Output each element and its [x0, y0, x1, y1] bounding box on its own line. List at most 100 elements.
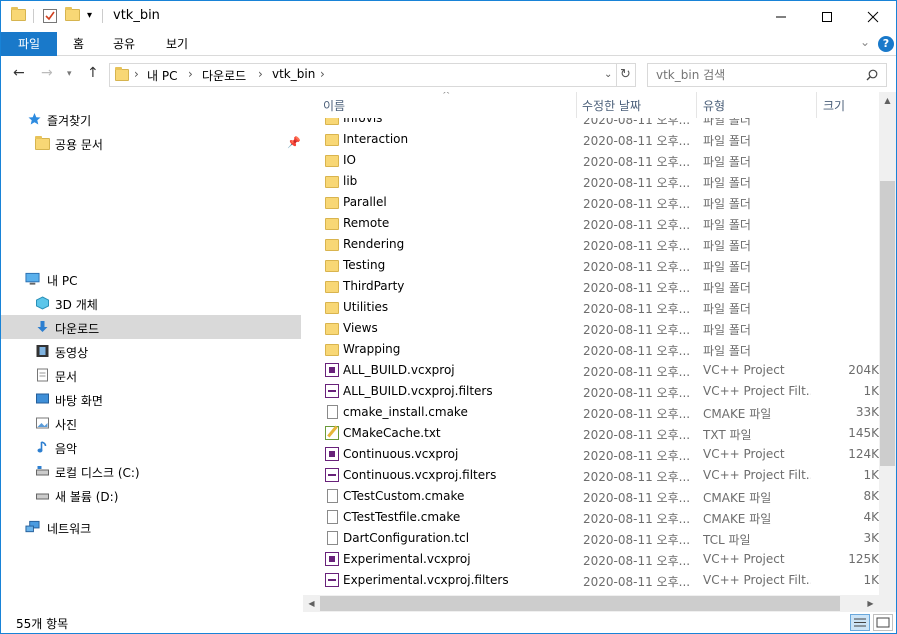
file-row[interactable]: Utilities 2020-08-11 오후... 파일 폴더: [303, 297, 879, 318]
file-row[interactable]: DartConfiguration.tcl 2020-08-11 오후... TCL…: [303, 528, 879, 549]
scroll-right-icon[interactable]: ▶: [862, 595, 879, 612]
nav-label: 새 볼륨 (D:): [55, 490, 119, 504]
file-row[interactable]: Remote 2020-08-11 오후... 파일 폴더: [303, 213, 879, 234]
search-input[interactable]: [656, 68, 856, 82]
explorer-window: ▾ vtk_bin 파일 홈 공유 보기 ⌄ ? ← → ▾ ↑ › 내 PC …: [0, 0, 897, 634]
nav-label: 다운로드: [55, 322, 100, 336]
nav-public-documents[interactable]: 공용 문서 📌: [1, 131, 301, 155]
breadcrumb-downloads[interactable]: 다운로드: [202, 67, 246, 84]
new-folder-icon[interactable]: [65, 7, 80, 25]
scroll-up-icon[interactable]: ▲: [879, 92, 896, 109]
file-name: Remote: [343, 216, 390, 230]
vcxproj-icon: [325, 552, 339, 566]
maximize-button[interactable]: [804, 1, 850, 32]
nav-this-pc[interactable]: 내 PC: [1, 267, 301, 291]
nav-music[interactable]: 음악: [1, 435, 301, 459]
forward-arrow-icon[interactable]: →: [41, 65, 53, 81]
file-row[interactable]: Wrapping 2020-08-11 오후... 파일 폴더: [303, 339, 879, 360]
network-icon: [25, 520, 40, 533]
nav-pictures[interactable]: 사진: [1, 411, 301, 435]
file-size: 3K: [863, 531, 879, 545]
file-row[interactable]: Continuous.vcxproj 2020-08-11 오후... VC++ P…: [303, 444, 879, 465]
file-date-modified: 2020-08-11 오후...: [583, 134, 691, 148]
nav-new-volume-d[interactable]: 새 볼륨 (D:): [1, 483, 301, 507]
file-row[interactable]: CMakeCache.txt 2020-08-11 오후... TXT 파일 145K: [303, 423, 879, 444]
breadcrumb-vtk-bin[interactable]: vtk_bin: [272, 67, 315, 81]
file-row[interactable]: cmake_install.cmake 2020-08-11 오후... CMAKE…: [303, 402, 879, 423]
help-icon[interactable]: ?: [878, 36, 894, 52]
tab-view[interactable]: 보기: [152, 32, 202, 56]
details-view-button[interactable]: [850, 614, 870, 631]
file-date-modified: 2020-08-11 오후...: [583, 512, 691, 526]
file-row[interactable]: ThirdParty 2020-08-11 오후... 파일 폴더: [303, 276, 879, 297]
nav-network[interactable]: 네트워크: [1, 515, 301, 539]
tab-home[interactable]: 홈: [59, 32, 98, 56]
tab-file[interactable]: 파일: [1, 32, 57, 56]
file-type: VC++ Project Filt...: [703, 468, 811, 482]
column-divider[interactable]: [576, 92, 577, 118]
horizontal-scroll-thumb[interactable]: [320, 596, 840, 611]
column-size[interactable]: 크기: [823, 97, 845, 114]
scroll-left-icon[interactable]: ◀: [303, 595, 320, 612]
file-size: 33K: [855, 405, 879, 419]
folder-icon: [115, 67, 129, 84]
column-date[interactable]: 수정한 날짜: [582, 97, 641, 114]
recent-locations-icon[interactable]: ▾: [67, 69, 72, 79]
nav-3d-objects[interactable]: 3D 개체: [1, 291, 301, 315]
minimize-button[interactable]: [758, 1, 804, 32]
file-row[interactable]: Experimental.vcxproj 2020-08-11 오후... VC++…: [303, 549, 879, 570]
file-row[interactable]: Views 2020-08-11 오후... 파일 폴더: [303, 318, 879, 339]
item-count: 55개 항목: [16, 617, 69, 631]
nav-documents[interactable]: 문서: [1, 363, 301, 387]
nav-downloads[interactable]: 다운로드: [1, 315, 301, 339]
drive-icon: [36, 493, 49, 500]
breadcrumb-this-pc[interactable]: 내 PC: [147, 67, 177, 84]
file-row[interactable]: lib 2020-08-11 오후... 파일 폴더: [303, 171, 879, 192]
search-box[interactable]: [647, 63, 887, 87]
maximize-icon: [822, 11, 832, 22]
address-dropdown-icon[interactable]: ⌄: [604, 69, 612, 80]
file-type: VC++ Project Filt...: [703, 384, 811, 398]
address-bar[interactable]: › 내 PC › 다운로드 › vtk_bin › ⌄ ↻: [109, 63, 636, 87]
file-row[interactable]: Interaction 2020-08-11 오후... 파일 폴더: [303, 129, 879, 150]
file-row[interactable]: Experimental.vcxproj.filters 2020-08-11 오…: [303, 570, 879, 591]
up-arrow-icon[interactable]: ↑: [87, 65, 99, 81]
vertical-scroll-thumb[interactable]: [880, 181, 895, 466]
file-icon: [327, 405, 338, 419]
tab-share[interactable]: 공유: [99, 32, 149, 56]
nav-local-disk-c[interactable]: 로컬 디스크 (C:): [1, 459, 301, 483]
minimize-icon: [776, 16, 786, 17]
column-divider[interactable]: [696, 92, 697, 118]
horizontal-scrollbar[interactable]: ◀ ▶: [303, 595, 879, 612]
file-row[interactable]: Continuous.vcxproj.filters 2020-08-11 오후.…: [303, 465, 879, 486]
file-row[interactable]: Testing 2020-08-11 오후... 파일 폴더: [303, 255, 879, 276]
properties-icon[interactable]: [43, 9, 57, 25]
file-type: TCL 파일: [703, 533, 751, 547]
vertical-scrollbar[interactable]: ▲: [879, 92, 896, 595]
expand-ribbon-icon[interactable]: ⌄: [860, 35, 870, 49]
nav-videos[interactable]: 동영상: [1, 339, 301, 363]
customize-quick-access-icon[interactable]: ▾: [87, 10, 92, 26]
nav-quick-access[interactable]: 즐겨찾기: [1, 107, 301, 131]
search-icon[interactable]: [866, 69, 878, 81]
file-row[interactable]: ALL_BUILD.vcxproj.filters 2020-08-11 오후..…: [303, 381, 879, 402]
file-row[interactable]: IO 2020-08-11 오후... 파일 폴더: [303, 150, 879, 171]
folder-icon[interactable]: [11, 7, 26, 25]
pin-icon[interactable]: 📌: [287, 136, 301, 149]
nav-desktop[interactable]: 바탕 화면: [1, 387, 301, 411]
file-row[interactable]: Parallel 2020-08-11 오후... 파일 폴더: [303, 192, 879, 213]
address-row: ← → ▾ ↑ › 내 PC › 다운로드 › vtk_bin › ⌄ ↻: [1, 56, 896, 92]
file-row[interactable]: CTestCustom.cmake 2020-08-11 오후... CMAKE 파…: [303, 486, 879, 507]
refresh-icon[interactable]: ↻: [620, 67, 631, 82]
file-name: Wrapping: [343, 342, 401, 356]
file-row[interactable]: CTestTestfile.cmake 2020-08-11 오후... CMAKE…: [303, 507, 879, 528]
large-icons-view-button[interactable]: [873, 614, 893, 631]
column-type[interactable]: 유형: [703, 97, 725, 114]
file-row[interactable]: ALL_BUILD.vcxproj 2020-08-11 오후... VC++ Pr…: [303, 360, 879, 381]
file-row[interactable]: Rendering 2020-08-11 오후... 파일 폴더: [303, 234, 879, 255]
music-note-icon: [37, 441, 47, 453]
column-name[interactable]: 이름: [323, 97, 345, 114]
close-button[interactable]: [850, 1, 896, 32]
back-arrow-icon[interactable]: ←: [13, 65, 25, 81]
column-divider[interactable]: [816, 92, 817, 118]
